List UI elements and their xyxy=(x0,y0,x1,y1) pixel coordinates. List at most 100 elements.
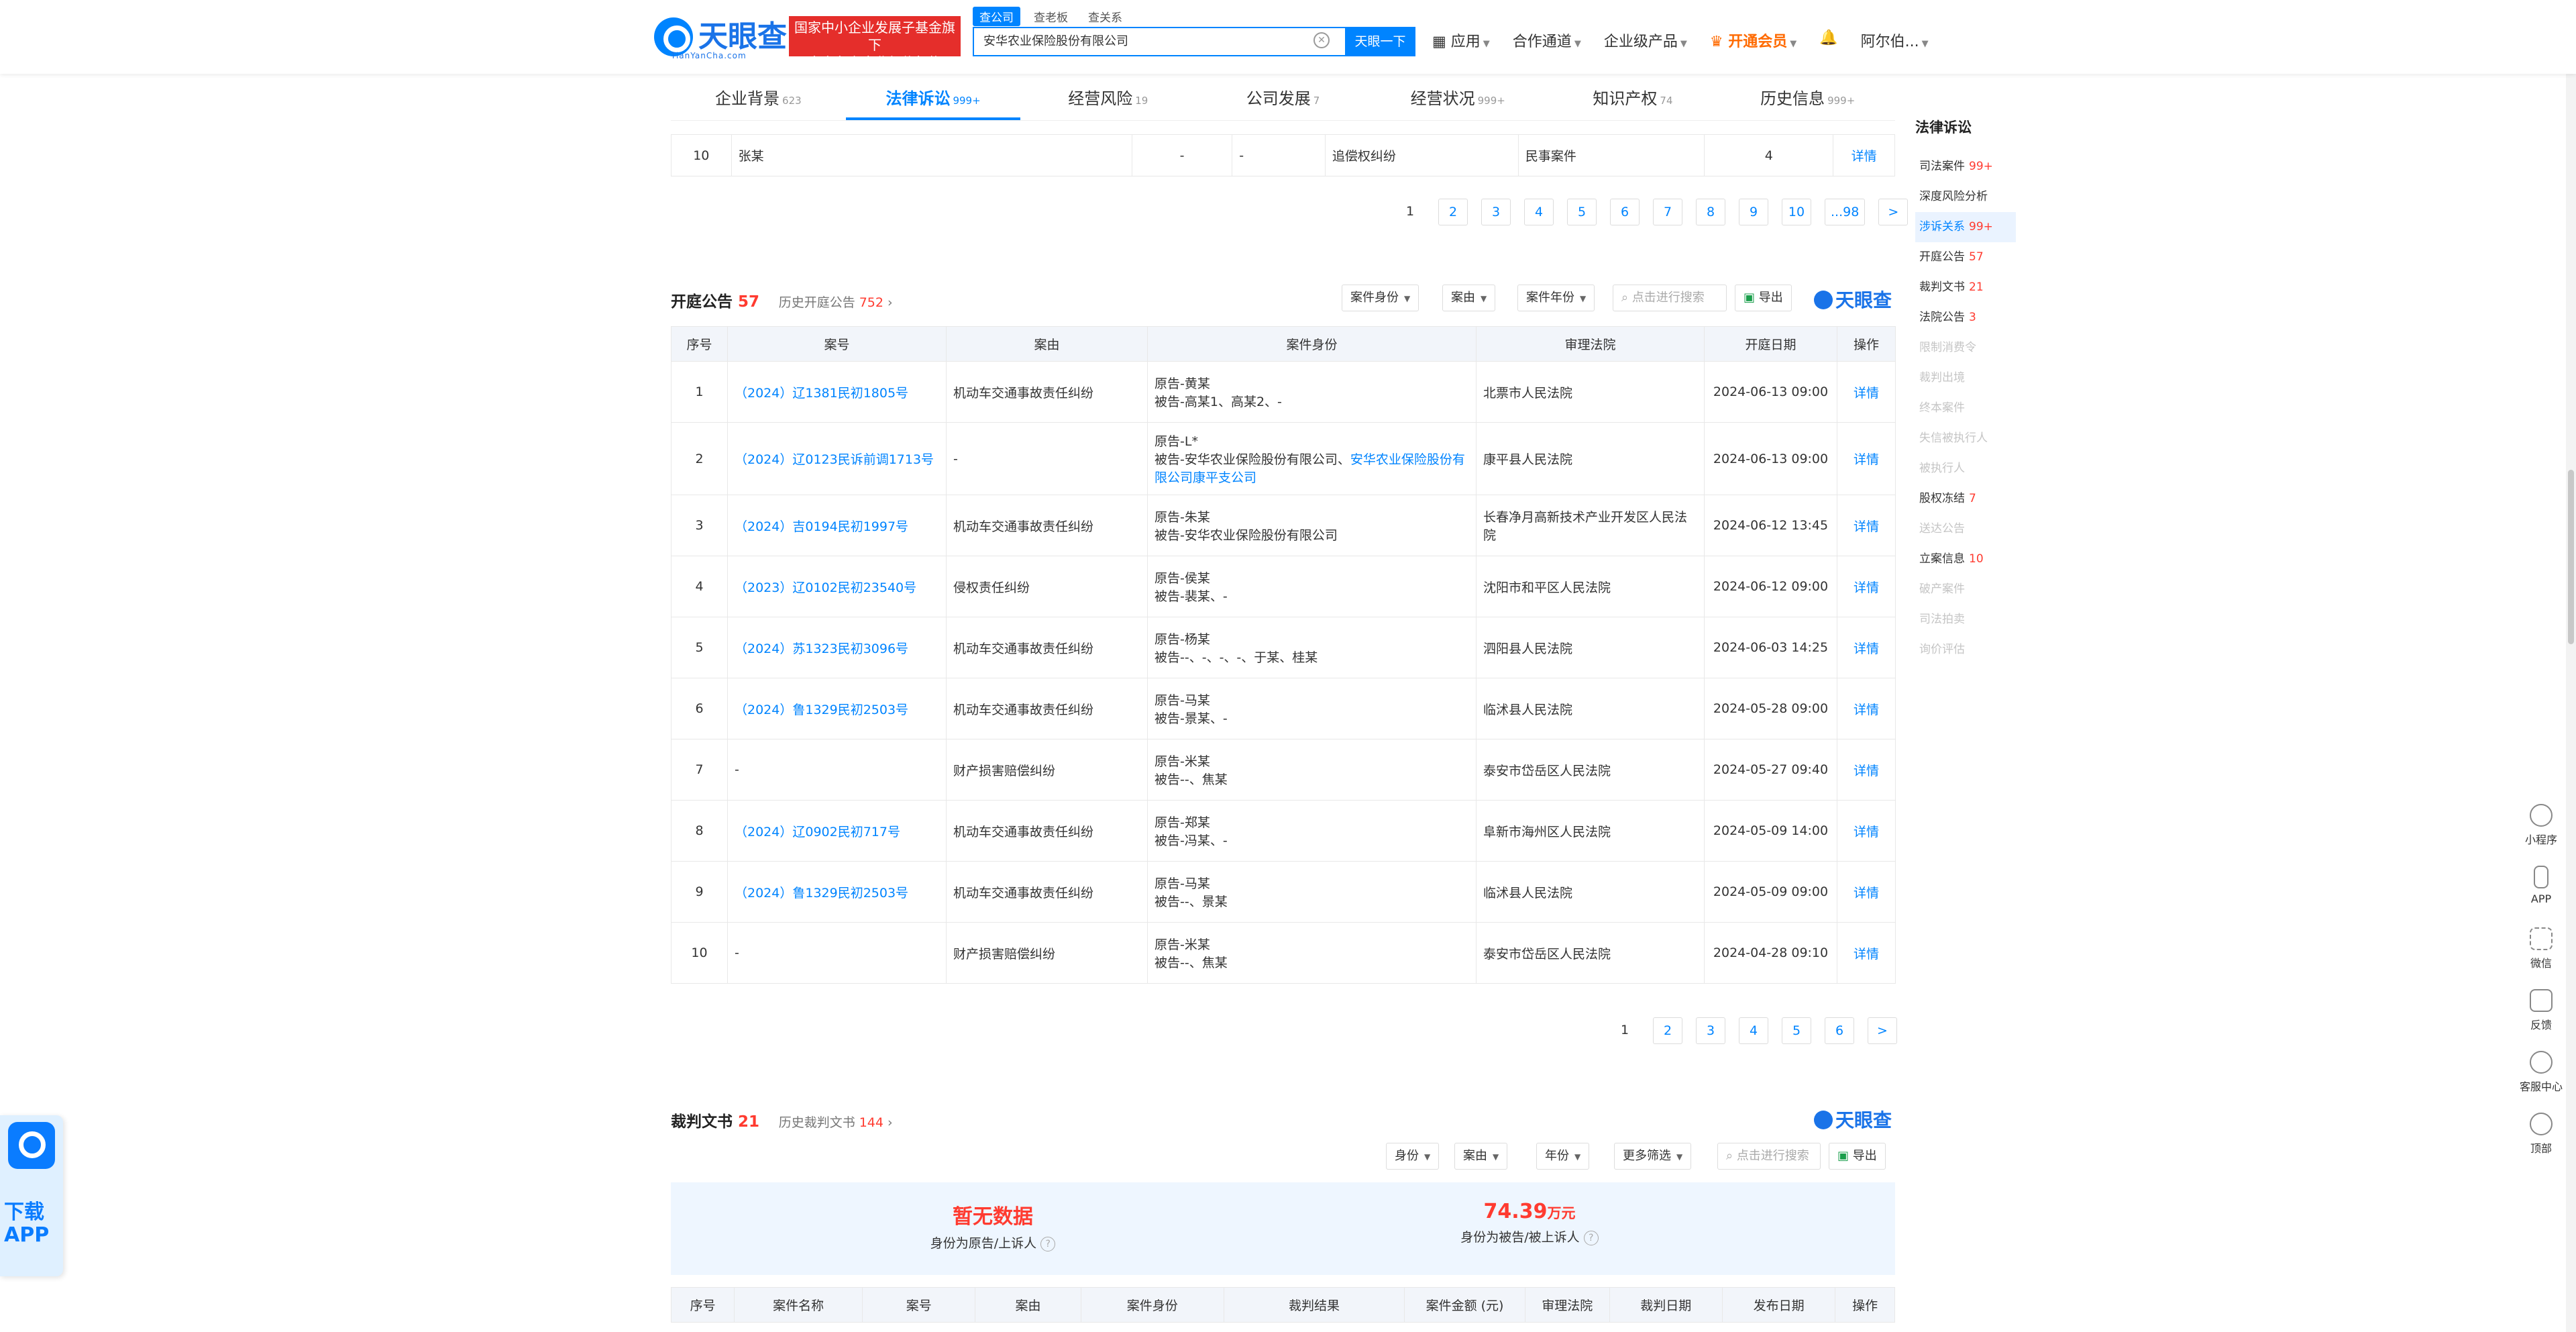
detail-link[interactable]: 详情 xyxy=(1854,580,1879,595)
tab-search-company[interactable]: 查公司 xyxy=(973,7,1020,26)
sidebar-item: 限制消费令 xyxy=(1919,341,1976,354)
page-5[interactable]: 5 xyxy=(1567,199,1597,225)
case-parties: 原告-朱某 被告-安华农业保险股份有限公司 xyxy=(1147,495,1477,556)
hearing-table: 序号 案号 案由 案件身份 审理法院 开庭日期 操作 1 （2024）辽1381民… xyxy=(671,326,1896,984)
page-6[interactable]: 6 xyxy=(1825,1017,1854,1044)
nav-cooperation[interactable]: 合作通道 ▼ xyxy=(1513,30,1581,51)
tab-legal-litigation[interactable]: 法律诉讼 999+ xyxy=(845,79,1021,120)
filter-cause[interactable]: 案由 ▼ xyxy=(1454,1143,1508,1170)
filter-year[interactable]: 案件年份 ▼ xyxy=(1517,285,1595,311)
tab-intellectual-property[interactable]: 知识产权 74 xyxy=(1546,79,1721,120)
export-button[interactable]: ▣ 导出 xyxy=(1735,285,1792,311)
detail-link[interactable]: 详情 xyxy=(1851,149,1877,164)
tab-business-risk[interactable]: 经营风险 19 xyxy=(1020,79,1195,120)
filter-cause[interactable]: 案由 ▼ xyxy=(1442,285,1496,311)
detail-link[interactable]: 详情 xyxy=(1854,452,1879,467)
tianyancha-brand-logo: 天眼查 xyxy=(1814,286,1892,313)
sidebar-item[interactable]: 立案信息 10 xyxy=(1915,544,2016,574)
detail-link[interactable]: 详情 xyxy=(1854,642,1879,656)
detail-link[interactable]: 详情 xyxy=(1854,947,1879,962)
page-8[interactable]: 8 xyxy=(1696,199,1725,225)
tab-history-info[interactable]: 历史信息 999+ xyxy=(1720,79,1895,120)
sidebar-item[interactable]: 涉诉关系 99+ xyxy=(1915,212,2016,242)
page-2[interactable]: 2 xyxy=(1438,199,1468,225)
tianyancha-brand-logo: 天眼查 xyxy=(1814,1106,1892,1133)
case-number-link[interactable]: （2024）辽0902民初717号 xyxy=(735,825,900,839)
question-icon[interactable]: ? xyxy=(1583,1231,1599,1245)
customer-service-button[interactable]: 客服中心 xyxy=(2518,1043,2565,1105)
page-4[interactable]: 4 xyxy=(1524,199,1554,225)
next-page-button[interactable]: > xyxy=(1868,1017,1897,1044)
clear-icon[interactable]: ✕ xyxy=(1313,32,1330,48)
case-parties: 原告-马某 被告-景某、- xyxy=(1147,678,1477,739)
search-input[interactable]: ⌕ 点击进行搜索 xyxy=(1613,285,1727,311)
case-number-link[interactable]: （2024）苏1323民初3096号 xyxy=(735,642,908,656)
page-1[interactable]: 1 xyxy=(1395,199,1425,225)
tab-enterprise-background[interactable]: 企业背景 623 xyxy=(671,79,846,120)
question-icon[interactable]: ? xyxy=(1040,1237,1056,1251)
export-button[interactable]: ▣ 导出 xyxy=(1829,1143,1886,1170)
detail-link[interactable]: 详情 xyxy=(1854,886,1879,901)
page-5[interactable]: 5 xyxy=(1782,1017,1811,1044)
case-number-link[interactable]: （2024）鲁1329民初2503号 xyxy=(735,703,908,717)
sidebar-item[interactable]: 开庭公告 57 xyxy=(1915,242,2016,272)
detail-link[interactable]: 详情 xyxy=(1854,825,1879,839)
back-to-top-button[interactable]: 顶部 xyxy=(2518,1105,2565,1166)
mini-program-button[interactable]: 小程序 xyxy=(2518,796,2565,858)
nav-user[interactable]: 阿尔伯... ▼ xyxy=(1861,30,1929,51)
filter-case-role[interactable]: 案件身份 ▼ xyxy=(1342,285,1419,311)
page-6[interactable]: 6 xyxy=(1610,199,1640,225)
nav-vip[interactable]: ♛ 开通会员 ▼ xyxy=(1710,30,1796,51)
stat-defendant: 74.39万元 身份为被告/被上诉人 ? xyxy=(1409,1200,1650,1245)
page-10[interactable]: 10 xyxy=(1782,199,1811,225)
nav-enterprise-products[interactable]: 企业级产品 ▼ xyxy=(1604,30,1687,51)
case-number-link[interactable]: （2024）辽0123民诉前调1713号 xyxy=(735,452,934,467)
case-number-link[interactable]: （2023）辽0102民初23540号 xyxy=(735,580,916,595)
detail-link[interactable]: 详情 xyxy=(1854,764,1879,778)
page-9[interactable]: 9 xyxy=(1739,199,1768,225)
history-hearing-link[interactable]: 历史开庭公告 752 › xyxy=(779,295,893,310)
case-number-link[interactable]: （2024）鲁1329民初2503号 xyxy=(735,886,908,901)
case-number-link[interactable]: （2024）辽1381民初1805号 xyxy=(735,386,908,401)
case-parties: 原告-米某 被告--、焦某 xyxy=(1147,739,1477,801)
page-scrollbar[interactable] xyxy=(2566,0,2576,1332)
sidebar-item[interactable]: 司法案件 99+ xyxy=(1915,152,2016,182)
feedback-button[interactable]: 反馈 xyxy=(2518,981,2565,1043)
sidebar-item[interactable]: 股权冻结 7 xyxy=(1915,484,2016,514)
page-3[interactable]: 3 xyxy=(1481,199,1511,225)
tab-search-relation[interactable]: 查关系 xyxy=(1081,7,1129,26)
page-2[interactable]: 2 xyxy=(1653,1017,1682,1044)
table-row: 10- 财产损害赔偿纠纷 原告-米某 被告--、焦某 泰安市岱岳区人民法院 2024-04… xyxy=(671,922,1896,984)
nav-apps[interactable]: ▦ 应用 ▼ xyxy=(1432,30,1490,51)
page-1[interactable]: 1 xyxy=(1610,1017,1640,1044)
search-button[interactable]: 天眼一下 xyxy=(1345,27,1415,56)
sidebar-item[interactable]: 裁判文书 21 xyxy=(1915,272,2016,303)
detail-link[interactable]: 详情 xyxy=(1854,519,1879,534)
page-4[interactable]: 4 xyxy=(1739,1017,1768,1044)
page-3[interactable]: 3 xyxy=(1696,1017,1725,1044)
tab-company-development[interactable]: 公司发展 7 xyxy=(1195,79,1371,120)
detail-link[interactable]: 详情 xyxy=(1854,386,1879,401)
sidebar-item[interactable]: 深度风险分析 xyxy=(1915,182,2016,212)
wechat-button[interactable]: 微信 xyxy=(2518,919,2565,981)
page-7[interactable]: 7 xyxy=(1653,199,1682,225)
sidebar-item: 询价评估 xyxy=(1919,643,1965,656)
app-logo-icon xyxy=(8,1122,55,1169)
filter-more[interactable]: 更多筛选 ▼ xyxy=(1614,1143,1692,1170)
download-app-widget[interactable]: 下载 APP xyxy=(0,1115,63,1276)
page-98[interactable]: ...98 xyxy=(1825,199,1866,225)
case-number-link[interactable]: （2024）吉0194民初1997号 xyxy=(735,519,908,534)
search-input[interactable]: ⌕ 点击进行搜索 xyxy=(1717,1143,1821,1170)
bell-icon[interactable]: 🔔 xyxy=(1819,30,1837,51)
page-scrollbar-thumb[interactable] xyxy=(2568,470,2574,644)
history-judgment-link[interactable]: 历史裁判文书 144 › xyxy=(779,1115,893,1130)
search-input[interactable]: 安华农业保险股份有限公司 xyxy=(973,27,1345,56)
tab-search-boss[interactable]: 查老板 xyxy=(1027,7,1075,26)
filter-role[interactable]: 身份 ▼ xyxy=(1386,1143,1440,1170)
next-page-button[interactable]: > xyxy=(1878,199,1909,225)
app-button[interactable]: APP xyxy=(2518,858,2565,919)
detail-link[interactable]: 详情 xyxy=(1854,703,1879,717)
sidebar-item[interactable]: 法院公告 3 xyxy=(1915,303,2016,333)
filter-year[interactable]: 年份 ▼ xyxy=(1536,1143,1590,1170)
tab-operation-status[interactable]: 经营状况 999+ xyxy=(1371,79,1546,120)
